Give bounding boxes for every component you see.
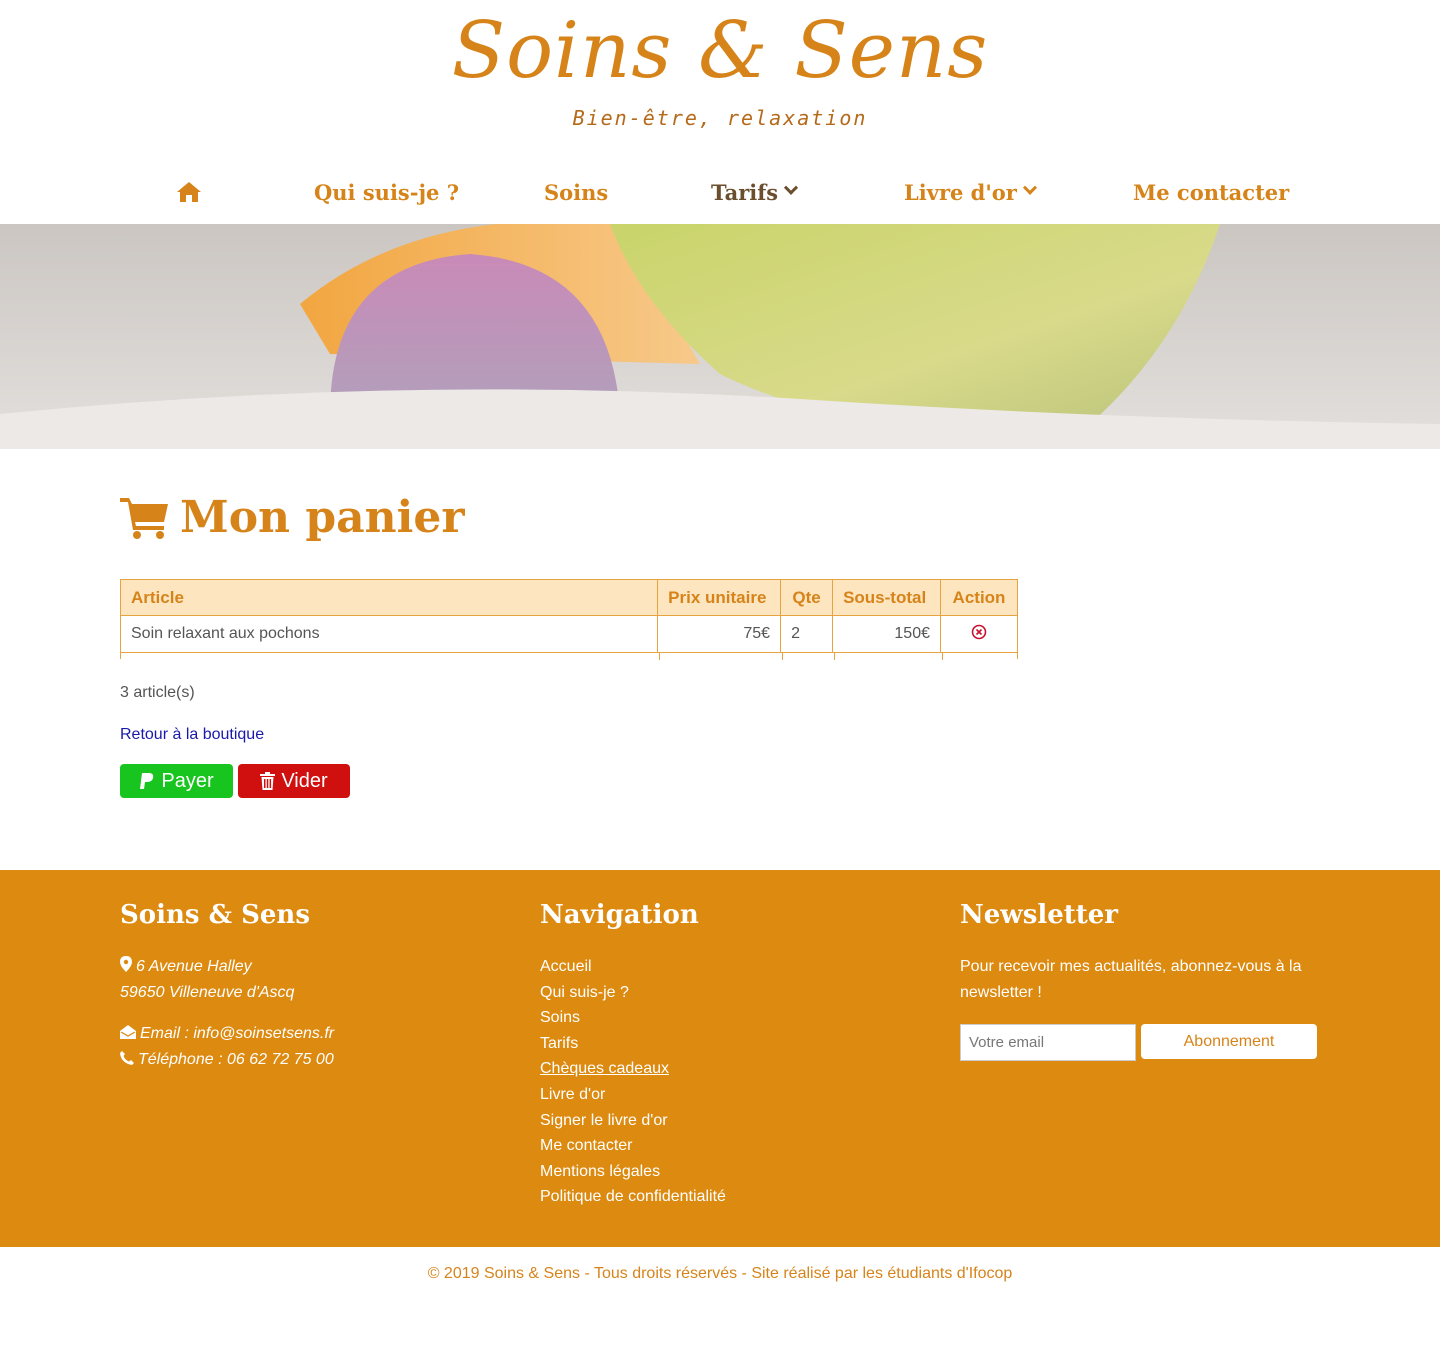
envelope-open-icon (120, 1025, 136, 1039)
nav-soins[interactable]: Soins (544, 180, 608, 205)
page-title-text: Mon panier (180, 492, 465, 543)
paypal-icon (140, 773, 154, 789)
map-marker-icon (120, 956, 132, 972)
cell-subtotal: 150€ (832, 615, 941, 653)
footer-newsletter-title: Newsletter (960, 900, 1119, 930)
pay-button-label: Payer (161, 769, 214, 792)
footer-link-mentions-legales[interactable]: Mentions légales (540, 1159, 940, 1185)
footer-email[interactable]: Email : info@soinsetsens.fr (140, 1025, 334, 1042)
remove-circle-icon[interactable] (971, 624, 987, 645)
column-header-unit-price: Prix unitaire (657, 579, 782, 616)
footer-contact-column: Soins & Sens 6 Avenue Halley 59650 Ville… (120, 900, 520, 1073)
nav-tarifs[interactable]: Tarifs (711, 179, 799, 205)
footer-address: 6 Avenue Halley 59650 Villeneuve d'Ascq … (120, 954, 520, 1073)
footer-link-cheques-cadeaux[interactable]: Chèques cadeaux (540, 1056, 940, 1082)
cell-action (939, 615, 1019, 653)
footer-link-me-contacter[interactable]: Me contacter (540, 1133, 940, 1159)
shopping-cart-icon (120, 497, 168, 539)
home-icon (177, 182, 201, 202)
footer-link-qui-suis-je[interactable]: Qui suis-je ? (540, 980, 940, 1006)
nav-me-contacter[interactable]: Me contacter (1133, 180, 1289, 205)
clear-cart-button[interactable]: Vider (238, 764, 350, 798)
footer-brand-title: Soins & Sens (120, 900, 310, 930)
column-header-article: Article (119, 579, 659, 616)
trash-icon (260, 772, 276, 790)
subscribe-button[interactable]: Abonnement (1141, 1024, 1317, 1059)
column-header-action: Action (939, 579, 1019, 616)
newsletter-text: Pour recevoir mes actualités, abonnez-vo… (960, 958, 1302, 1001)
footer-navigation-column: Navigation Accueil Qui suis-je ? Soins T… (540, 900, 940, 1210)
column-header-qty: Qte (780, 579, 834, 616)
address-line-1: 6 Avenue Halley (136, 958, 252, 975)
column-header-subtotal: Sous-total (832, 579, 941, 616)
footer-nav-links: Accueil Qui suis-je ? Soins Tarifs Chèqu… (540, 954, 940, 1210)
footer-link-soins[interactable]: Soins (540, 1005, 940, 1031)
copyright-text: © 2019 Soins & Sens - Tous droits réserv… (427, 1265, 1013, 1282)
footer-phone[interactable]: Téléphone : 06 62 72 75 00 (138, 1051, 334, 1068)
cell-qty: 2 (780, 615, 834, 653)
address-line-2: 59650 Villeneuve d'Ascq (120, 984, 295, 1001)
footer-link-accueil[interactable]: Accueil (540, 954, 940, 980)
footer-link-confidentialite[interactable]: Politique de confidentialité (540, 1184, 940, 1210)
main-nav: Qui suis-je ? Soins Tarifs Livre d'or Me… (120, 160, 1320, 224)
logo-title[interactable]: Soins & Sens (0, 6, 1440, 96)
footer-newsletter-column: Newsletter Pour recevoir mes actualités,… (960, 900, 1320, 1061)
cell-article: Soin relaxant aux pochons (119, 615, 659, 653)
chevron-down-icon (784, 180, 799, 195)
cell-unit-price: 75€ (657, 615, 782, 653)
hero-banner-shells (0, 224, 1440, 449)
logo-tagline: Bien-être, relaxation (572, 106, 868, 130)
chevron-down-icon (1022, 180, 1037, 195)
table-header-row: Article Prix unitaire Qte Sous-total Act… (119, 579, 1019, 616)
site-header: Soins & Sens Bien-être, relaxation (0, 0, 1440, 160)
footer-link-signer-livre-dor[interactable]: Signer le livre d'or (540, 1108, 940, 1134)
nav-tarifs-label: Tarifs (711, 179, 779, 205)
newsletter-email-input[interactable] (960, 1024, 1136, 1061)
page-title: Mon panier (120, 492, 465, 543)
nav-livre-dor[interactable]: Livre d'or (904, 179, 1037, 205)
pay-button[interactable]: Payer (120, 764, 233, 798)
nav-livre-dor-label: Livre d'or (904, 179, 1017, 205)
footer-link-tarifs[interactable]: Tarifs (540, 1031, 940, 1057)
site-footer: Soins & Sens 6 Avenue Halley 59650 Ville… (0, 870, 1440, 1247)
clear-button-label: Vider (281, 769, 328, 792)
article-count: 3 article(s) (120, 684, 195, 701)
newsletter-form: Abonnement (960, 1024, 1320, 1061)
shells-illustration (0, 224, 1440, 449)
nav-qui-suis-je[interactable]: Qui suis-je ? (314, 180, 459, 205)
table-row-partial (120, 652, 1018, 660)
cart-table: Article Prix unitaire Qte Sous-total Act… (119, 579, 1019, 653)
table-row: Soin relaxant aux pochons 75€ 2 150€ (119, 615, 1019, 653)
nav-home[interactable] (176, 181, 202, 203)
back-to-shop-link[interactable]: Retour à la boutique (120, 726, 264, 744)
footer-nav-title: Navigation (540, 900, 699, 930)
phone-icon (120, 1051, 134, 1065)
footer-link-livre-dor[interactable]: Livre d'or (540, 1082, 940, 1108)
